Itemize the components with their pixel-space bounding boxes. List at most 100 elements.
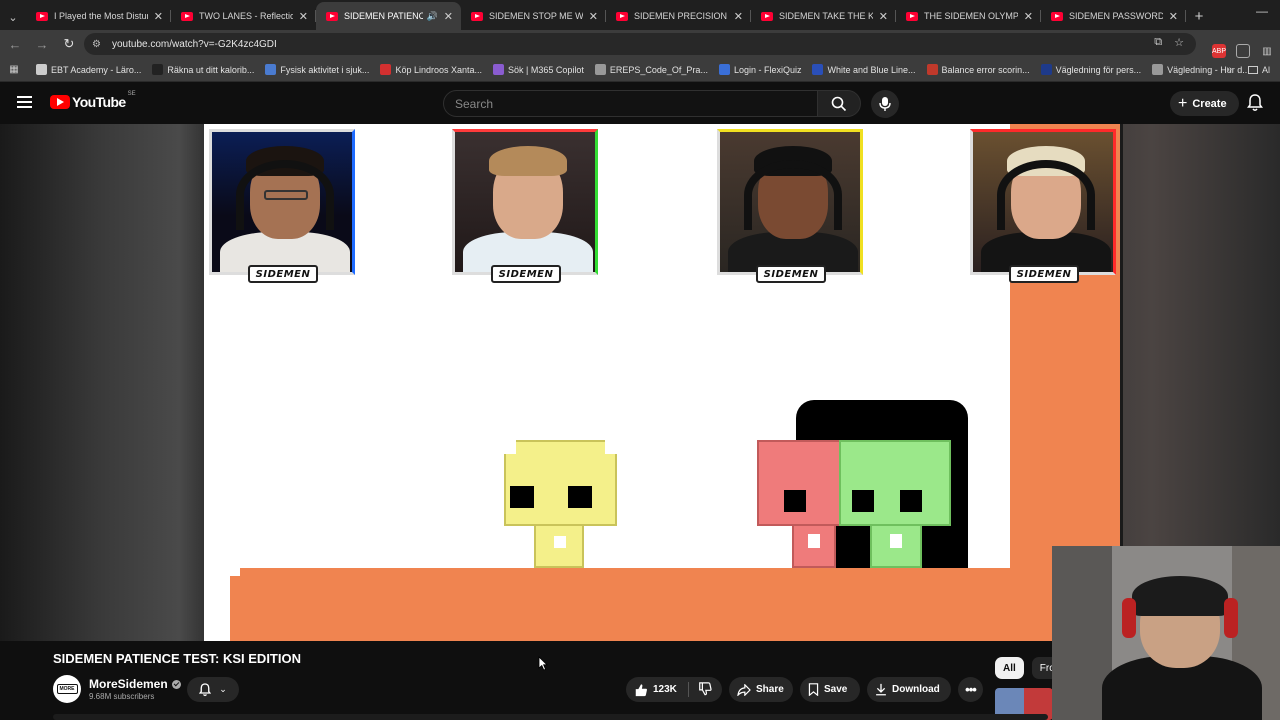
tab-close-icon[interactable]: ✕ — [589, 10, 598, 23]
create-label: Create — [1192, 97, 1227, 110]
bookmark-favicon-icon — [36, 64, 47, 75]
youtube-favicon-icon — [906, 11, 918, 21]
bookmark-favicon-icon — [493, 64, 504, 75]
tab-audio-icon[interactable]: 🔊 — [427, 11, 438, 22]
tab-close-icon[interactable]: ✕ — [1169, 10, 1178, 23]
forward-icon[interactable]: → — [30, 32, 54, 56]
bookmark-item[interactable]: Köp Lindroos Xanta... — [380, 64, 482, 75]
tab-close-icon[interactable]: ✕ — [879, 10, 888, 23]
save-button[interactable]: Save — [800, 677, 860, 702]
search-input[interactable] — [455, 96, 817, 111]
bookmark-favicon-icon — [1040, 64, 1052, 75]
facecam-2: SIDEMEN — [452, 129, 600, 283]
search-box — [443, 90, 818, 117]
youtube-favicon-icon — [36, 11, 48, 21]
extensions-puzzle-icon[interactable] — [1236, 44, 1250, 58]
bookmark-item[interactable]: White and Blue Line... — [812, 64, 916, 75]
apps-grid-icon[interactable]: ▦ — [6, 64, 22, 75]
browser-tab[interactable]: SIDEMEN STOP ME WHE ✕ — [461, 2, 606, 30]
facecam-1-video — [209, 129, 355, 275]
bookmark-favicon-icon — [1152, 64, 1164, 75]
bookmark-item[interactable]: Fysisk aktivitet i sjuk... — [265, 64, 369, 75]
tab-title: I Played the Most Disturb — [54, 11, 148, 21]
voice-search-button[interactable] — [871, 90, 899, 118]
download-button[interactable]: Download — [867, 677, 951, 702]
install-app-icon[interactable]: ⧉ — [1154, 36, 1162, 49]
browser-tab[interactable]: I Played the Most Disturb ✕ — [26, 2, 171, 30]
site-info-icon[interactable]: ⚙ — [92, 39, 108, 50]
download-label: Download — [892, 684, 940, 695]
youtube-play-icon — [50, 95, 70, 109]
dislike-thumb-icon[interactable] — [698, 682, 712, 696]
facecam-2-badge: SIDEMEN — [491, 265, 561, 283]
search-button[interactable] — [817, 90, 861, 117]
youtube-favicon-icon — [1051, 11, 1063, 21]
facecam-1: SIDEMEN — [209, 129, 357, 283]
subscription-notifications-button[interactable]: ⌄ — [187, 677, 239, 702]
tab-close-icon[interactable]: ✕ — [444, 10, 453, 23]
tab-close-icon[interactable]: ✕ — [299, 10, 308, 23]
share-label: Share — [756, 684, 784, 695]
browser-tab[interactable]: TWO LANES - Reflection ✕ — [171, 2, 316, 30]
browser-tab[interactable]: SIDEMEN PRECISION TES ✕ — [606, 2, 751, 30]
bookmark-item[interactable]: Vägledning för pers... — [1040, 64, 1142, 75]
youtube-logo[interactable]: YouTube SE — [50, 91, 136, 110]
bookmark-item[interactable]: EBT Academy - Läro... — [36, 64, 141, 75]
facecam-2-video — [452, 129, 598, 275]
browser-tab[interactable]: SIDEMEN PATIENCE T 🔊 ✕ — [316, 2, 461, 30]
browser-tab[interactable]: SIDEMEN PASSWORD GA ✕ — [1041, 2, 1186, 30]
create-button[interactable]: + Create — [1170, 91, 1239, 116]
facecam-1-badge: SIDEMEN — [248, 265, 318, 283]
plus-icon: + — [1178, 94, 1188, 112]
browser-tab[interactable]: SIDEMEN TAKE THE KSI T ✕ — [751, 2, 896, 30]
bookmark-label: Köp Lindroos Xanta... — [395, 64, 482, 75]
channel-avatar[interactable]: MORE — [53, 675, 81, 703]
streamer-webcam-overlay — [1052, 546, 1280, 720]
tab-title: SIDEMEN PATIENCE T — [344, 11, 423, 21]
channel-name-link[interactable]: MoreSidemen — [89, 677, 181, 691]
tab-close-icon[interactable]: ✕ — [1024, 10, 1033, 23]
bookmark-item[interactable]: Sök | M365 Copilot — [493, 64, 584, 75]
bookmark-label: EREPS_Code_Of_Pra... — [609, 64, 708, 75]
bookmark-folder-all[interactable]: Al — [1247, 65, 1270, 75]
browser-tab[interactable]: THE SIDEMEN OLYMPICS ✕ — [896, 2, 1041, 30]
logo-text: YouTube — [72, 94, 126, 110]
channel-name[interactable]: MoreSidemen — [89, 677, 168, 691]
tab-title: SIDEMEN TAKE THE KSI T — [779, 11, 873, 21]
like-thumb-icon[interactable] — [634, 683, 648, 697]
reload-icon[interactable]: ↻ — [57, 32, 81, 56]
tab-list: I Played the Most Disturb ✕ TWO LANES - Re… — [26, 2, 1186, 30]
bookmark-label: Vägledning för pers... — [1055, 64, 1142, 75]
side-panel-icon[interactable]: ▥ — [1260, 44, 1274, 58]
bookmark-list: EBT Academy - Läro... Räkna ut ditt kalor… — [36, 64, 1261, 75]
bookmark-item[interactable]: Balance error scorin... — [926, 64, 1030, 75]
share-button[interactable]: Share — [729, 677, 793, 702]
more-actions-icon[interactable]: ••• — [958, 677, 983, 702]
back-icon[interactable]: ← — [3, 32, 27, 56]
tab-title: SIDEMEN PRECISION TES — [634, 11, 728, 21]
bookmark-label: Vägledning - Hur d... — [1167, 64, 1250, 75]
game-floor — [230, 568, 1123, 641]
video-player[interactable]: SIDEMEN SIDEMEN SIDEMEN SIDEMEN — [204, 124, 1123, 641]
bookmark-label: Balance error scorin... — [941, 64, 1030, 75]
guide-menu-icon[interactable] — [17, 96, 32, 108]
new-tab-button[interactable]: + — [1186, 2, 1212, 30]
browser-tab-strip: ⌄ I Played the Most Disturb ✕ TWO LANES - … — [0, 0, 1280, 30]
url-text[interactable]: youtube.com/watch?v=-G2K4zc4GDI — [112, 39, 277, 50]
tab-close-icon[interactable]: ✕ — [154, 10, 163, 23]
chip-all[interactable]: All — [995, 657, 1024, 679]
bookmark-item[interactable]: Vägledning - Hur d... — [1152, 64, 1250, 75]
omnibox[interactable]: ⚙ youtube.com/watch?v=-G2K4zc4GDI ⧉ ☆ — [84, 33, 1196, 55]
bookmark-star-icon[interactable]: ☆ — [1174, 36, 1184, 49]
bookmarks-overflow-icon[interactable]: » — [1226, 64, 1232, 75]
youtube-masthead: YouTube SE + Create — [0, 82, 1280, 124]
bookmark-item[interactable]: Räkna ut ditt kalorib... — [152, 64, 254, 75]
bookmark-item[interactable]: Login - FlexiQuiz — [718, 64, 801, 75]
window-minimize-icon[interactable]: — — [1256, 4, 1268, 18]
tab-search-icon[interactable]: ⌄ — [0, 4, 26, 30]
bookmark-item[interactable]: EREPS_Code_Of_Pra... — [594, 64, 708, 75]
tab-close-icon[interactable]: ✕ — [734, 10, 743, 23]
adblock-extension-icon[interactable]: ABP — [1212, 44, 1226, 58]
notifications-bell-icon[interactable] — [1247, 94, 1263, 112]
like-count[interactable]: 123K — [653, 684, 677, 695]
